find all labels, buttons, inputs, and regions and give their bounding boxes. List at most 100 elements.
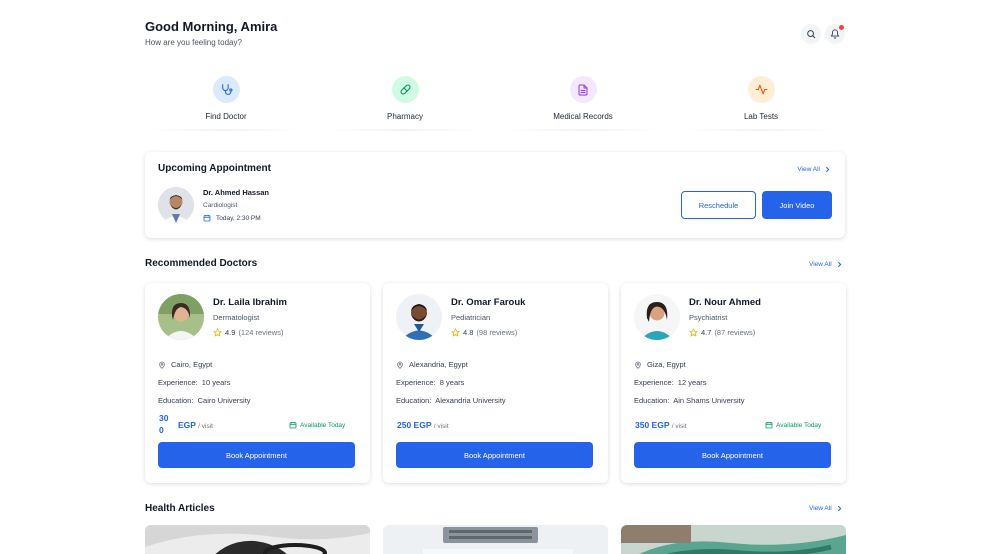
review-count: (124 reviews)	[238, 328, 284, 337]
search-button[interactable]	[801, 24, 821, 44]
view-all-label: View All	[809, 505, 832, 512]
page-title: Good Morning, Amira	[145, 19, 278, 34]
doctor-education: Education: Alexandria University	[396, 396, 506, 405]
star-icon	[689, 328, 698, 337]
doctor-location: Alexandria, Egypt	[396, 360, 468, 369]
education-label: Education:	[158, 396, 194, 405]
page-subtitle: How are you feeling today?	[145, 38, 242, 47]
activity-icon	[747, 76, 775, 103]
availability-badge: Available Today	[289, 421, 345, 429]
book-appointment-button[interactable]: Book Appointment	[158, 442, 355, 468]
calendar-icon	[289, 422, 297, 429]
doctor-education: Education: Ain Shams University	[634, 396, 745, 405]
education-value: Alexandria University	[435, 396, 506, 405]
quick-action-lab-tests[interactable]: Lab Tests	[681, 76, 841, 121]
article-image[interactable]	[383, 525, 608, 554]
pill-icon	[391, 76, 419, 103]
experience-label: Experience:	[634, 378, 674, 387]
quick-action-medical-records[interactable]: Medical Records	[503, 76, 663, 121]
map-pin-icon	[159, 361, 165, 369]
recommended-doctors-title: Recommended Doctors	[145, 258, 258, 269]
doctor-price-currency: EGP / visit	[178, 420, 213, 430]
doctor-specialty: Psychiatrist	[689, 313, 728, 322]
doctor-card[interactable]: Dr. Omar Farouk Pediatrician 4.8 (98 rev…	[383, 283, 608, 483]
doctor-experience: Experience: 10 years	[158, 378, 231, 387]
quick-action-pharmacy[interactable]: Pharmacy	[325, 76, 485, 121]
education-label: Education:	[634, 396, 670, 405]
map-pin-icon	[635, 361, 641, 369]
view-all-label: View All	[809, 261, 832, 268]
appointment-time: Today, 2:30 PM	[203, 214, 261, 222]
book-appointment-button[interactable]: Book Appointment	[396, 442, 593, 468]
health-articles-title: Health Articles	[145, 503, 215, 514]
map-pin-icon	[397, 361, 403, 369]
doctor-card[interactable]: Dr. Nour Ahmed Psychiatrist 4.7 (87 revi…	[621, 283, 846, 483]
notification-button[interactable]	[825, 24, 845, 44]
review-count: (87 reviews)	[714, 328, 756, 337]
upcoming-appointment-card: Upcoming Appointment View All Dr. Ahmed …	[145, 152, 845, 238]
doctor-price: 250 EGP / visit	[397, 420, 449, 430]
chevron-right-icon	[826, 166, 830, 173]
doctor-education: Education: Cairo University	[158, 396, 251, 405]
quick-action-label: Find Doctor	[205, 112, 247, 121]
join-video-button[interactable]: Join Video	[762, 191, 832, 219]
price-amount-line: 0	[159, 425, 164, 435]
quick-action-label: Medical Records	[553, 112, 613, 121]
quick-action-label: Lab Tests	[743, 112, 779, 121]
book-appointment-button[interactable]: Book Appointment	[634, 442, 831, 468]
doctor-experience: Experience: 12 years	[634, 378, 707, 387]
availability-label: Available Today	[300, 421, 346, 429]
doctor-avatar	[158, 294, 204, 340]
experience-label: Experience:	[158, 378, 198, 387]
star-icon	[451, 328, 460, 337]
doctor-specialty: Cardiologist	[203, 202, 238, 209]
currency-label: EGP	[178, 420, 196, 430]
star-icon	[213, 328, 222, 337]
quick-action-label: Pharmacy	[386, 112, 423, 121]
rating-value: 4.9	[225, 328, 236, 337]
doctor-price-amount: 30 0	[159, 412, 168, 436]
view-all-label: View All	[797, 166, 820, 173]
article-image[interactable]	[621, 525, 846, 554]
recommended-view-all-link[interactable]: View All	[809, 261, 843, 268]
doctor-name: Dr. Nour Ahmed	[689, 297, 761, 308]
doctor-rating: 4.7 (87 reviews)	[689, 328, 755, 337]
location-label: Alexandria, Egypt	[409, 360, 468, 369]
divider	[148, 129, 303, 131]
doctor-price: 350 EGP / visit	[635, 420, 687, 430]
doctor-rating: 4.8 (98 reviews)	[451, 328, 517, 337]
per-visit-label: / visit	[433, 423, 449, 430]
doctor-location: Giza, Egypt	[634, 360, 686, 369]
articles-view-all-link[interactable]: View All	[809, 505, 843, 512]
search-icon	[807, 30, 816, 39]
experience-value: 12 years	[677, 378, 707, 387]
doctor-experience: Experience: 8 years	[396, 378, 464, 387]
appointment-time-label: Today, 2:30 PM	[216, 214, 261, 222]
doctor-name: Dr. Ahmed Hassan	[203, 188, 269, 197]
bell-icon	[830, 29, 840, 39]
doctor-avatar	[158, 187, 194, 223]
education-value: Ain Shams University	[673, 396, 745, 405]
per-visit-label: / visit	[671, 423, 687, 430]
doctor-avatar	[396, 294, 442, 340]
calendar-icon	[203, 215, 211, 222]
location-label: Giza, Egypt	[647, 360, 686, 369]
doctor-location: Cairo, Egypt	[158, 360, 212, 369]
price-value: 350 EGP	[635, 420, 670, 430]
review-count: (98 reviews)	[476, 328, 518, 337]
article-image[interactable]	[145, 525, 370, 554]
experience-label: Experience:	[396, 378, 436, 387]
calendar-icon	[765, 422, 773, 429]
price-amount-line: 30	[159, 413, 169, 423]
location-label: Cairo, Egypt	[171, 360, 213, 369]
doctor-name: Dr. Laila Ibrahim	[213, 297, 287, 308]
reschedule-button[interactable]: Reschedule	[681, 191, 756, 219]
chevron-right-icon	[837, 505, 842, 512]
upcoming-view-all-link[interactable]: View All	[797, 166, 831, 173]
per-visit-label: / visit	[198, 423, 213, 430]
quick-action-find-doctor[interactable]: Find Doctor	[146, 76, 306, 121]
notification-badge	[839, 25, 844, 30]
chevron-right-icon	[837, 261, 842, 268]
availability-badge: Available Today	[765, 421, 821, 429]
doctor-card[interactable]: Dr. Laila Ibrahim Dermatologist 4.9 (124…	[145, 283, 370, 483]
